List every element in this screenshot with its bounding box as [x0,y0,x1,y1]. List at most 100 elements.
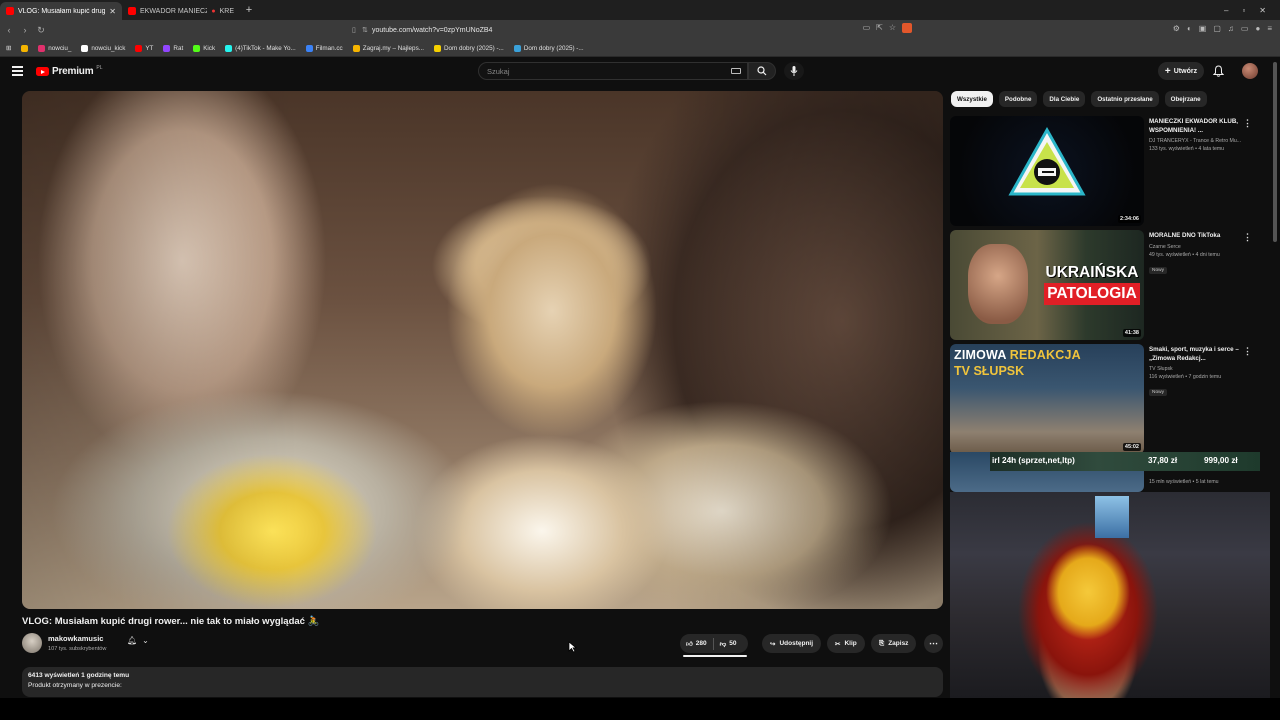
bookmark-item[interactable]: Kick [193,44,215,52]
bookmark-item[interactable]: Zagraj.my – Najleps... [352,44,424,52]
extension-icon[interactable]: ⚙ [1173,24,1180,33]
bottom-black-bar [0,698,1280,720]
scissors-icon: ✂ [835,640,841,648]
hamburger-menu-icon[interactable] [12,66,23,76]
bookmark-item[interactable]: nowciu_ [38,44,71,52]
bookmark-item[interactable]: nowciu_kick [81,44,125,52]
search-placeholder: Szukaj [487,66,510,76]
channel-name[interactable]: TV Słupsk [1149,366,1245,372]
bookmark-item[interactable]: YT [135,44,153,52]
notifications-bell-icon[interactable] [1213,65,1224,77]
channel-name[interactable]: DJ TRANCERYX - Trance & Retro Mu... [1149,138,1245,144]
bookmark-item[interactable]: Dom dobry (2025) -... [433,44,504,52]
apps-grid-icon[interactable]: ⊞ [6,45,11,52]
person-face [968,244,1028,324]
share-page-icon[interactable]: ⇱ [876,23,883,33]
x-icon [81,44,89,52]
wall-poster [1095,496,1129,538]
video-title[interactable]: Smaki, sport, muzyka i serce – „Zimowa R… [1149,346,1245,363]
bookmark-item[interactable]: (4)TikTok - Make Yo... [225,44,296,52]
views-and-date: 6413 wyświetleń 1 godzinę temu [28,672,130,679]
maximize-icon[interactable]: ▫ [1242,6,1245,15]
menu-icon[interactable]: ≡ [1267,24,1272,33]
brave-shield-icon[interactable] [902,23,912,33]
clip-button[interactable]: ✂ Klip [827,634,865,653]
tab-title-extra: KRE [219,7,234,15]
install-icon[interactable]: ▭ [863,23,871,33]
bookmark-item[interactable]: Dom dobry (2025) -... [513,44,584,52]
site-info-icon[interactable]: ⇅ [362,26,372,34]
star-icon[interactable]: ☆ [889,23,896,33]
save-button[interactable]: ⎘ Zapisz [871,634,917,653]
search-input[interactable]: Szukaj [478,62,748,80]
channel-name[interactable]: Czarne Serce [1149,244,1245,250]
chip-related[interactable]: Podobne [998,91,1038,107]
share-button[interactable]: ↪ Udostępnij [762,634,822,653]
omnibox-actions: ▭ ⇱ ☆ [863,23,912,33]
more-options-icon[interactable]: ⋮ [1243,346,1252,357]
video-thumbnail[interactable]: UKRAIŃSKA PATOLOGIA 41:38 [950,230,1144,340]
tab-ekwador[interactable]: EKWADOR MANIECZKI 2004 ● KRE [122,2,240,20]
back-icon[interactable]: ‹ [2,25,16,35]
bookmark-item[interactable]: Filman.cc [305,44,343,52]
recommended-video[interactable]: 2:34:06 MANIECZKI EKWADOR KLUB, WSPOMNIE… [950,116,1270,226]
video-description[interactable]: 6413 wyświetleń 1 godzinę temu Produkt o… [22,667,943,697]
recommended-video[interactable]: UKRAIŃSKA PATOLOGIA 41:38 MORALNE DNO Ti… [950,230,1270,340]
thumbs-down-icon: 👎︎ [719,640,727,648]
url-text[interactable]: youtube.com/watch?v=0zpYmUNoZB4 [372,27,492,34]
recommended-video[interactable]: ZIMOWA REDAKCJA TV SŁUPSK 45:02 Smaki, s… [950,344,1270,454]
chip-recently-uploaded[interactable]: Ostatnio przesłane [1091,91,1159,107]
extension-icon[interactable]: ◐ [1187,24,1192,33]
create-button[interactable]: + Utwórz [1158,62,1204,80]
channel-name[interactable]: makowkamusic [48,634,103,643]
channel-avatar[interactable] [22,633,42,653]
reload-icon[interactable]: ↻ [34,25,48,36]
logo-text: Premium [52,66,94,77]
triangle-logo-icon [1008,126,1086,196]
like-button[interactable]: 👍︎ 280 [680,634,713,653]
profile-icon[interactable]: ● [1255,24,1260,33]
video-title[interactable]: MANIECZKI EKWADOR KLUB, WSPOMNIENIA! ... [1149,118,1245,135]
new-badge: Nowy [1149,266,1167,274]
new-tab-button[interactable]: + [240,4,258,16]
video-player[interactable] [22,91,943,609]
voice-search-button[interactable] [784,62,804,80]
more-actions-button[interactable]: ⋯ [924,634,943,653]
extension-icon[interactable]: ▢ [1213,24,1221,33]
tab-close-icon[interactable]: ✕ [109,7,116,16]
share-label: Udostępnij [779,640,814,647]
chip-watched[interactable]: Obejrzane [1164,91,1207,107]
video-thumbnail[interactable]: 2:34:06 [950,116,1144,226]
bookmark-page-icon[interactable]: ▯ [352,26,362,34]
bookmark-folder[interactable] [21,44,29,52]
account-avatar[interactable] [1242,63,1258,79]
video-info: MORALNE DNO TikToka Czarne Serce 49 tys.… [1149,232,1245,276]
extension-icon[interactable]: ▣ [1199,24,1207,33]
keyboard-icon[interactable] [731,68,741,74]
wallet-icon[interactable]: ▭ [1241,24,1249,33]
chip-for-you[interactable]: Dla Ciebie [1043,91,1086,107]
dislike-button[interactable]: 👎︎ 50 [714,634,743,653]
bookmark-item[interactable]: Rat [163,44,183,52]
mouse-cursor-icon [568,641,577,653]
youtube-premium-logo[interactable]: Premium PL [36,65,103,77]
window-controls: – ▫ ✕ [1224,6,1280,15]
subscription-notifications-button[interactable]: 🔔︎ ⌄ [127,636,149,645]
forward-icon[interactable]: › [18,25,32,35]
media-icon[interactable]: ♫ [1228,24,1234,33]
twitch-icon [163,44,171,52]
chip-all[interactable]: Wszystkie [951,91,993,107]
scrollbar[interactable] [1273,62,1277,242]
search-button[interactable] [748,62,776,80]
minimize-icon[interactable]: – [1224,6,1228,15]
youtube-favicon-icon [6,7,14,15]
more-options-icon[interactable]: ⋮ [1243,118,1252,129]
more-options-icon[interactable]: ⋮ [1243,232,1252,243]
video-title[interactable]: MORALNE DNO TikToka [1149,232,1245,241]
video-thumbnail[interactable]: ZIMOWA REDAKCJA TV SŁUPSK 45:02 [950,344,1144,454]
video-duration: 2:34:06 [1118,215,1141,223]
microphone-icon [790,66,798,76]
address-bar[interactable]: ▯ ⇅ youtube.com/watch?v=0zpYmUNoZB4 ▭ ⇱ … [352,23,912,37]
close-window-icon[interactable]: ✕ [1259,6,1266,15]
tab-current-video[interactable]: VLOG: Musiałam kupić drugi ✕ [0,2,122,20]
